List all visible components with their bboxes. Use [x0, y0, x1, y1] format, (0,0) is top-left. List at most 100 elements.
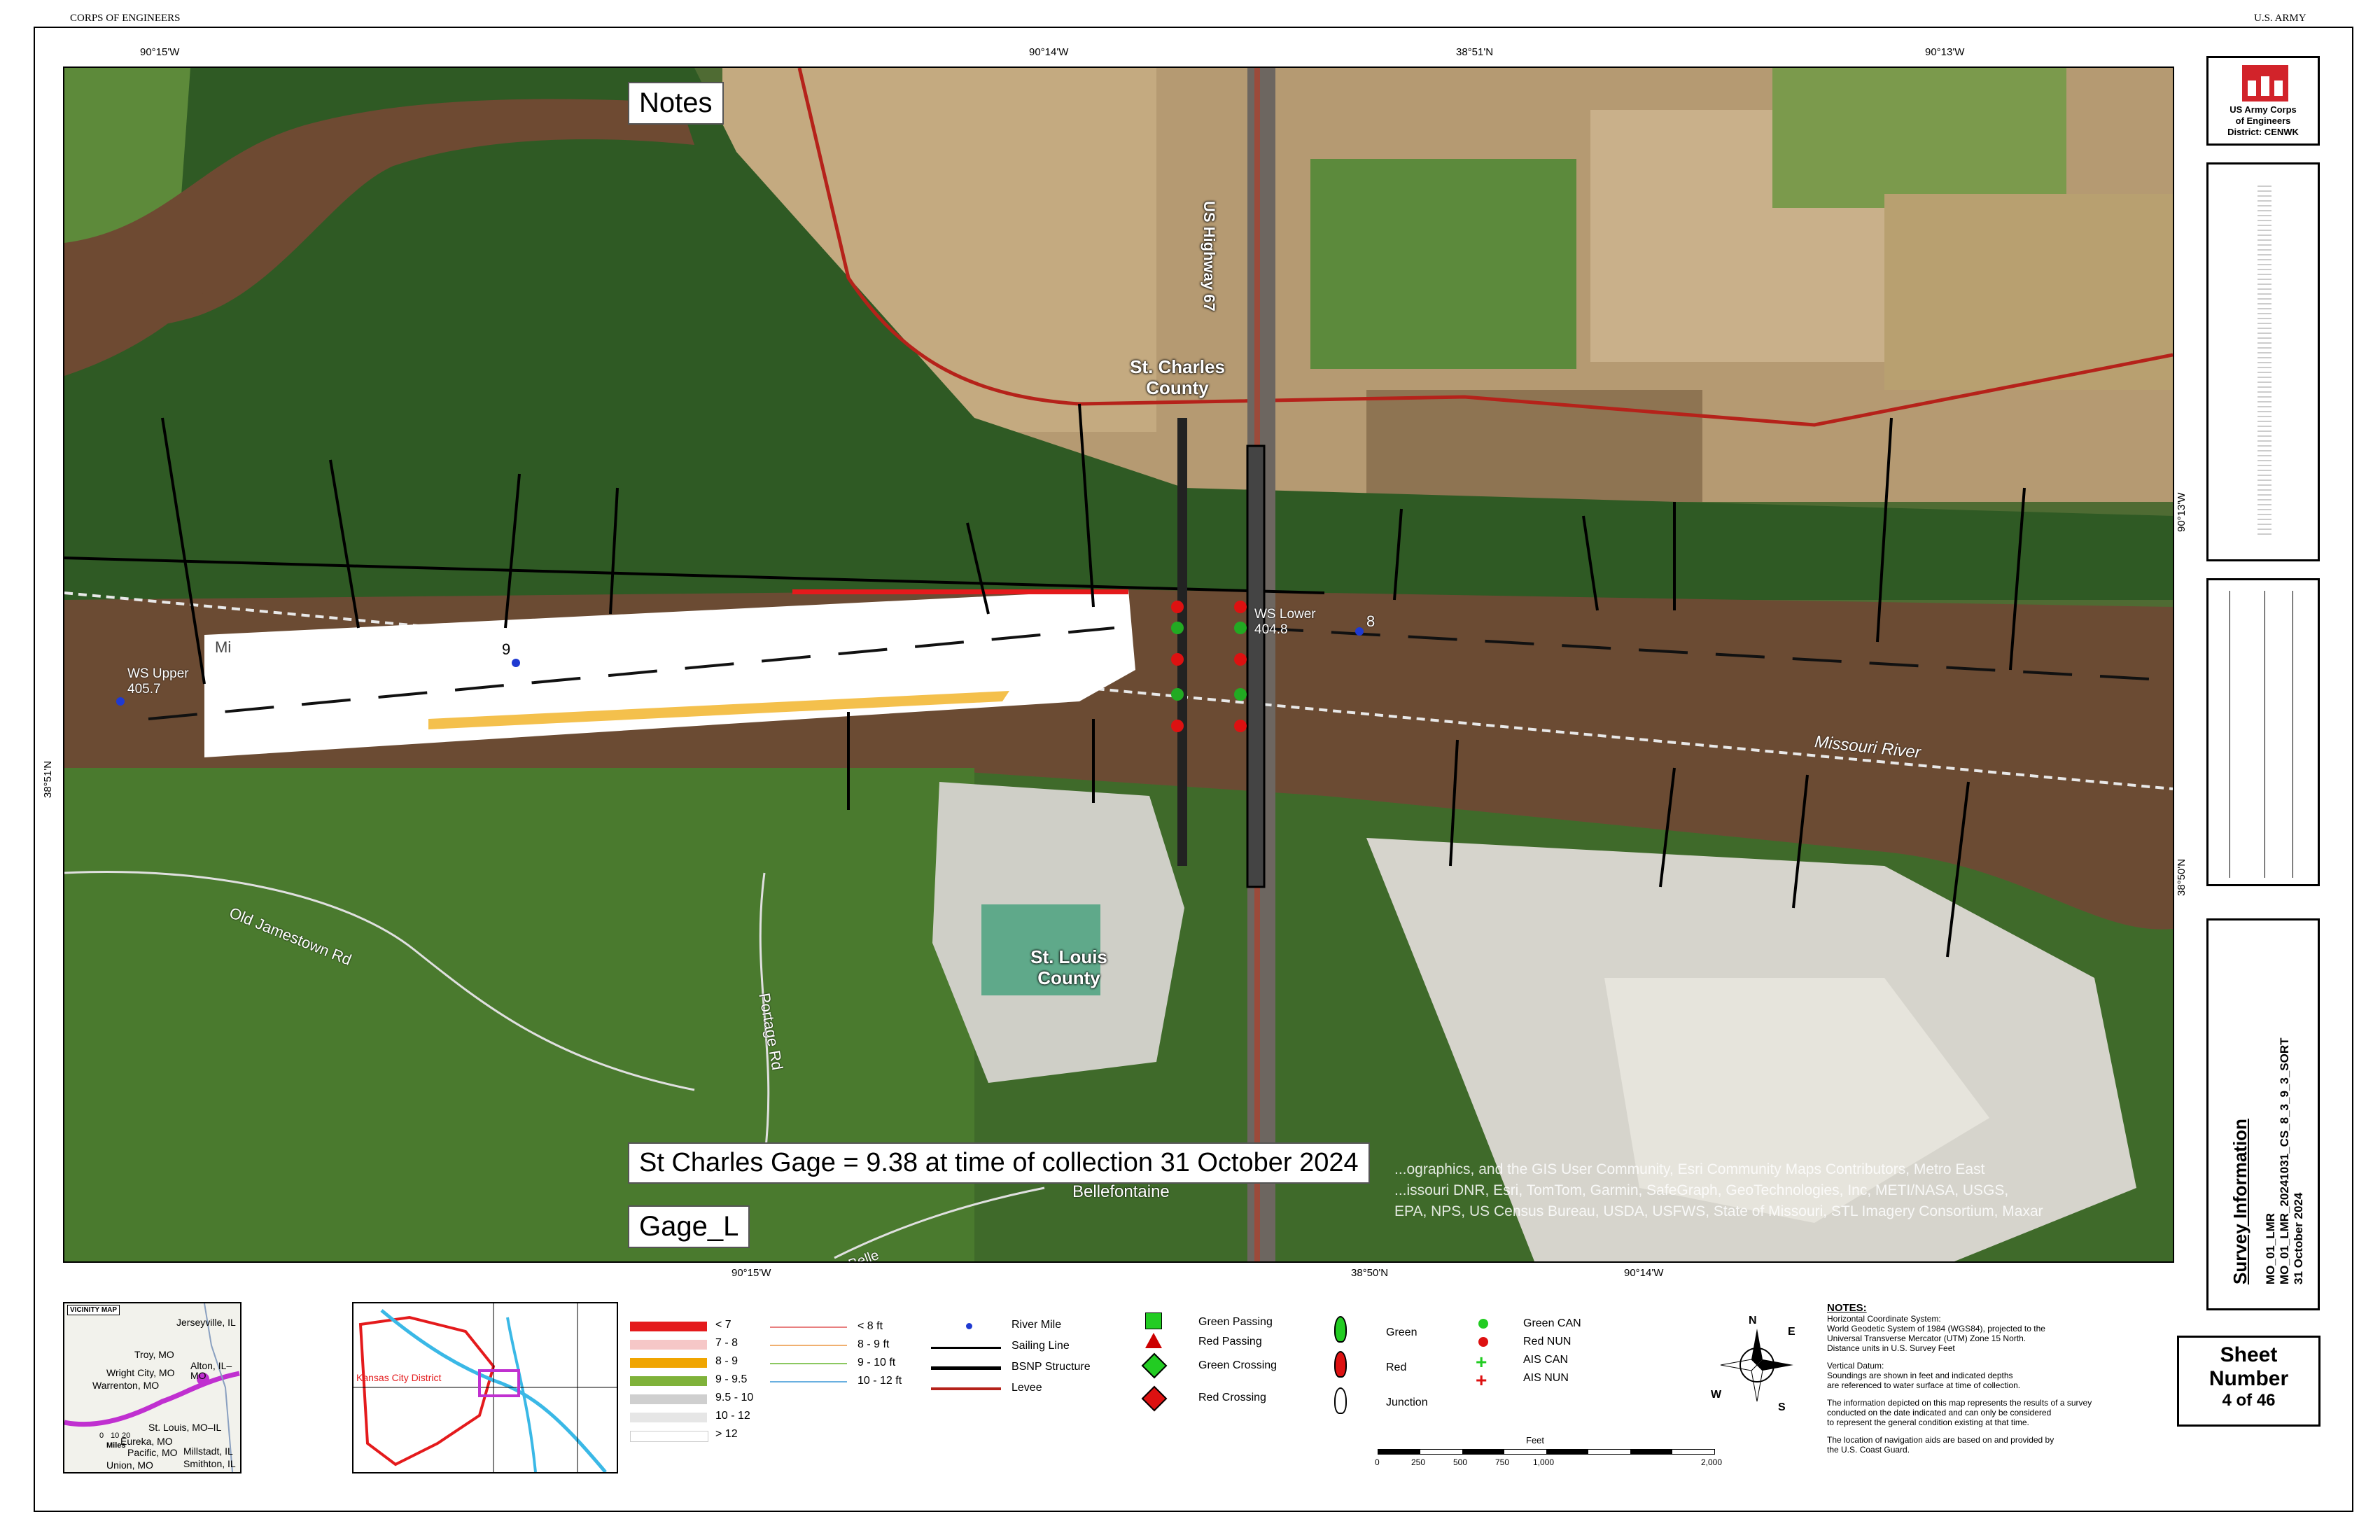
survey-date: 31 October 2024	[2292, 1192, 2305, 1284]
scale-bar-graphic	[1378, 1449, 1715, 1455]
swatch-depth-gt12	[630, 1431, 708, 1442]
red-passing-icon	[1145, 1333, 1162, 1348]
logo-line-2: of Engineers	[2235, 115, 2291, 126]
coord-right-1: 90°13'W	[2176, 492, 2188, 532]
swatch-contour-10-12	[770, 1381, 847, 1382]
note-line: The location of navigation aids are base…	[1827, 1435, 2054, 1445]
castle-icon	[2242, 65, 2288, 102]
swatch-depth-8-9	[630, 1358, 707, 1368]
scale-tick-0: 0	[1375, 1457, 1380, 1467]
swatch-depth-95-10	[630, 1394, 707, 1404]
coord-bottom-2: 38°50'N	[1351, 1267, 1389, 1279]
place-st-louis: St. Louis, MO–IL	[148, 1422, 222, 1433]
scale-tick-750: 750	[1495, 1457, 1510, 1467]
coord-bottom-1: 90°15'W	[732, 1267, 771, 1279]
place-jerseyville: Jerseyville, IL	[176, 1317, 236, 1328]
label-river-mile-9: 9	[502, 640, 511, 658]
north-arrow-icon: N S E W	[1711, 1315, 1799, 1413]
legend-contour-10-12: 10 - 12 ft	[858, 1375, 902, 1387]
label-river-mile-9-name: Mi	[215, 638, 232, 656]
legend-green-passing: Green Passing	[1198, 1316, 1273, 1328]
swatch-depth-10-12	[630, 1413, 707, 1422]
legend-green-crossing: Green Crossing	[1198, 1359, 1278, 1371]
notes-box[interactable]: Notes	[628, 82, 724, 125]
legend-ais-nun: AIS NUN	[1523, 1372, 1569, 1384]
swatch-depth-lt7	[630, 1322, 707, 1331]
note-line: to represent the general condition exist…	[1827, 1418, 2029, 1427]
notes-title: NOTES:	[1827, 1302, 1867, 1314]
place-warrenton: Warrenton, MO	[92, 1380, 160, 1391]
gage-l-box[interactable]: Gage_L	[628, 1205, 750, 1248]
place-wright-city: Wright City, MO	[106, 1367, 175, 1378]
legend-buoy-green: Green	[1386, 1326, 1418, 1338]
note-line: Soundings are shown in feet and indicate…	[1827, 1371, 2013, 1380]
attribution-line-1: ...ographics, and the GIS User Community…	[1394, 1161, 1985, 1177]
note-line	[1827, 1390, 2156, 1398]
label-ws-upper-value: 405.7	[127, 682, 161, 696]
vicinity-scale-20: 20	[122, 1432, 131, 1440]
green-can-icon	[1478, 1319, 1488, 1329]
legend-depth-95-10: 9.5 - 10	[715, 1392, 754, 1404]
legend-depth-lt7: < 7	[715, 1319, 732, 1331]
note-line	[1827, 1353, 2156, 1361]
legend-buoy-red: Red	[1386, 1362, 1407, 1373]
note-line: Horizontal Coordinate System:	[1827, 1314, 1941, 1324]
survey-line-1: MO_01_LMR	[2264, 1212, 2277, 1284]
label-ws-upper: WS Upper	[127, 666, 189, 681]
note-line: are referenced to water surface at time …	[1827, 1380, 2021, 1390]
header-left: CORPS OF ENGINEERS	[70, 13, 181, 24]
attribution-line-2: ...issouri DNR, Esri, TomTom, Garmin, Sa…	[1394, 1182, 2009, 1198]
vicinity-scale-0: 0	[99, 1432, 104, 1440]
sheet-label-1: Sheet	[2220, 1343, 2278, 1366]
vicinity-title: VICINITY MAP	[67, 1305, 120, 1315]
label-ws-lower: WS Lower	[1254, 607, 1316, 622]
district-map: Kansas City District	[352, 1302, 618, 1474]
note-line: World Geodetic System of 1984 (WGS84), p…	[1827, 1324, 2045, 1334]
coord-left-1: 38°51'N	[42, 760, 54, 798]
note-line: conducted on the date indicated and can …	[1827, 1408, 2052, 1418]
notes-block: NOTES: Horizontal Coordinate System: Worl…	[1827, 1302, 2156, 1455]
label-bellefontaine: Bellefontaine	[1072, 1182, 1170, 1201]
green-buoy-icon	[1334, 1316, 1347, 1343]
notes-lines: Horizontal Coordinate System: World Geode…	[1827, 1314, 2156, 1455]
usace-logo-panel: US Army Corps of Engineers District: CEN…	[2206, 56, 2320, 146]
legend-buoy-junction: Junction	[1386, 1396, 1428, 1408]
label-ws-lower-value: 404.8	[1254, 622, 1288, 637]
survey-map[interactable]: Notes St Charles Gage = 9.38 at time of …	[63, 66, 2174, 1263]
scale-tick-250: 250	[1411, 1457, 1426, 1467]
revision-block-panel	[2206, 578, 2320, 886]
vicinity-scale-unit: Miles	[106, 1441, 126, 1450]
coord-top-1: 90°15'W	[140, 46, 180, 58]
swatch-contour-lt8	[770, 1326, 847, 1328]
ais-nun-icon: +	[1476, 1369, 1488, 1391]
note-line: The information depicted on this map rep…	[1827, 1398, 2092, 1408]
disclaimer-panel	[2206, 162, 2320, 561]
legend-contour-9-10: 9 - 10 ft	[858, 1357, 896, 1368]
note-line: the U.S. Coast Guard.	[1827, 1445, 1910, 1455]
header-right: U.S. ARMY	[2254, 13, 2306, 24]
district-label: Kansas City District	[356, 1372, 442, 1383]
river-mile-icon	[966, 1323, 972, 1329]
label-river-mile-8: 8	[1366, 612, 1376, 630]
survey-title: Survey Information	[2230, 1119, 2250, 1284]
legend-ais-can: AIS CAN	[1523, 1354, 1569, 1366]
legend-contour-8-9: 8 - 9 ft	[858, 1338, 890, 1350]
scale-tick-500: 500	[1453, 1457, 1468, 1467]
swatch-depth-7-8	[630, 1340, 707, 1350]
survey-info-panel: Survey Information MO_01_LMR MO_01_LMR_2…	[2206, 918, 2320, 1310]
compass-s: S	[1778, 1401, 1786, 1413]
note-line: Universal Transverse Mercator (UTM) Zone…	[1827, 1334, 2026, 1343]
sheet-number-panel: Sheet Number 4 of 46	[2177, 1336, 2320, 1427]
legend-depth-gt12: > 12	[715, 1428, 738, 1440]
attribution-line-3: EPA, NPS, US Census Bureau, USDA, USFWS,…	[1394, 1203, 2043, 1219]
survey-line-2: MO_01_LMR_20241031_CS_8_3_9_3_SORT	[2278, 1037, 2291, 1284]
sheet-label-2: Number	[2208, 1367, 2289, 1390]
legend-green-can: Green CAN	[1523, 1317, 1581, 1329]
district-map-graphic	[354, 1303, 617, 1472]
compass-n: N	[1749, 1315, 1757, 1326]
map-imagery	[64, 68, 2173, 1261]
legend-red-crossing: Red Crossing	[1198, 1392, 1266, 1404]
legend-levee: Levee	[1011, 1382, 1042, 1394]
place-alton: Alton, IL–MO	[190, 1360, 232, 1381]
coord-right-2: 38°50'N	[2176, 858, 2188, 896]
